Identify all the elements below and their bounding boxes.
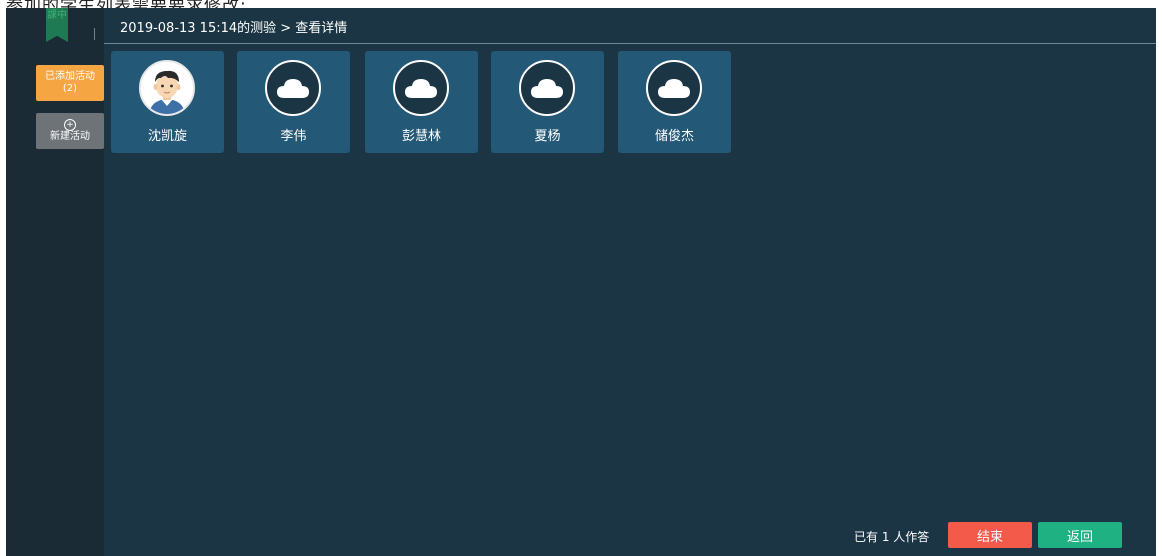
added-activities-button[interactable]: 已添加活动 (2) xyxy=(36,65,104,101)
boy-avatar-icon xyxy=(149,70,185,114)
student-name: 李伟 xyxy=(280,129,307,144)
plus-circle-icon: + xyxy=(64,119,76,131)
avatar xyxy=(393,60,449,116)
added-activities-count: (2) xyxy=(62,83,78,94)
cloud-icon xyxy=(405,79,437,98)
added-activities-label: 已添加活动 xyxy=(45,71,95,82)
student-card[interactable]: 彭慧林 xyxy=(365,51,478,153)
student-name: 沈凯旋 xyxy=(147,129,187,144)
sidebar: 課中 已添加活动 (2) + 新建活动 xyxy=(6,8,104,556)
avatar xyxy=(519,60,575,116)
logo: 課中 xyxy=(46,8,68,42)
cloud-icon xyxy=(277,79,309,98)
new-activity-button[interactable]: + 新建活动 xyxy=(36,113,104,149)
avatar xyxy=(646,60,702,116)
student-name: 储俊杰 xyxy=(654,129,694,144)
end-button[interactable]: 结束 xyxy=(948,522,1032,548)
student-card[interactable]: 夏杨 xyxy=(491,51,604,153)
logo-text: 課中 xyxy=(47,10,67,21)
avatar xyxy=(265,60,321,116)
student-card[interactable]: 李伟 xyxy=(237,51,350,153)
cloud-icon xyxy=(531,79,563,98)
student-name: 彭慧林 xyxy=(401,129,441,144)
cloud-icon xyxy=(658,79,690,98)
back-button[interactable]: 返回 xyxy=(1038,522,1122,548)
student-card[interactable]: 储俊杰 xyxy=(618,51,731,153)
answer-status-text: 已有 1 人作答 xyxy=(854,530,930,544)
breadcrumb: 2019-08-13 15:14的测验 > 查看详情 xyxy=(120,21,348,36)
student-name: 夏杨 xyxy=(534,129,561,144)
header-separator xyxy=(104,43,1156,44)
header-divider xyxy=(94,28,95,40)
boy-avatar xyxy=(139,60,195,116)
new-activity-label: 新建活动 xyxy=(50,131,90,142)
app-window: 課中 已添加活动 (2) + 新建活动 2019-08-13 15:14的测验 … xyxy=(6,8,1156,556)
student-card[interactable]: 沈凯旋 xyxy=(111,51,224,153)
